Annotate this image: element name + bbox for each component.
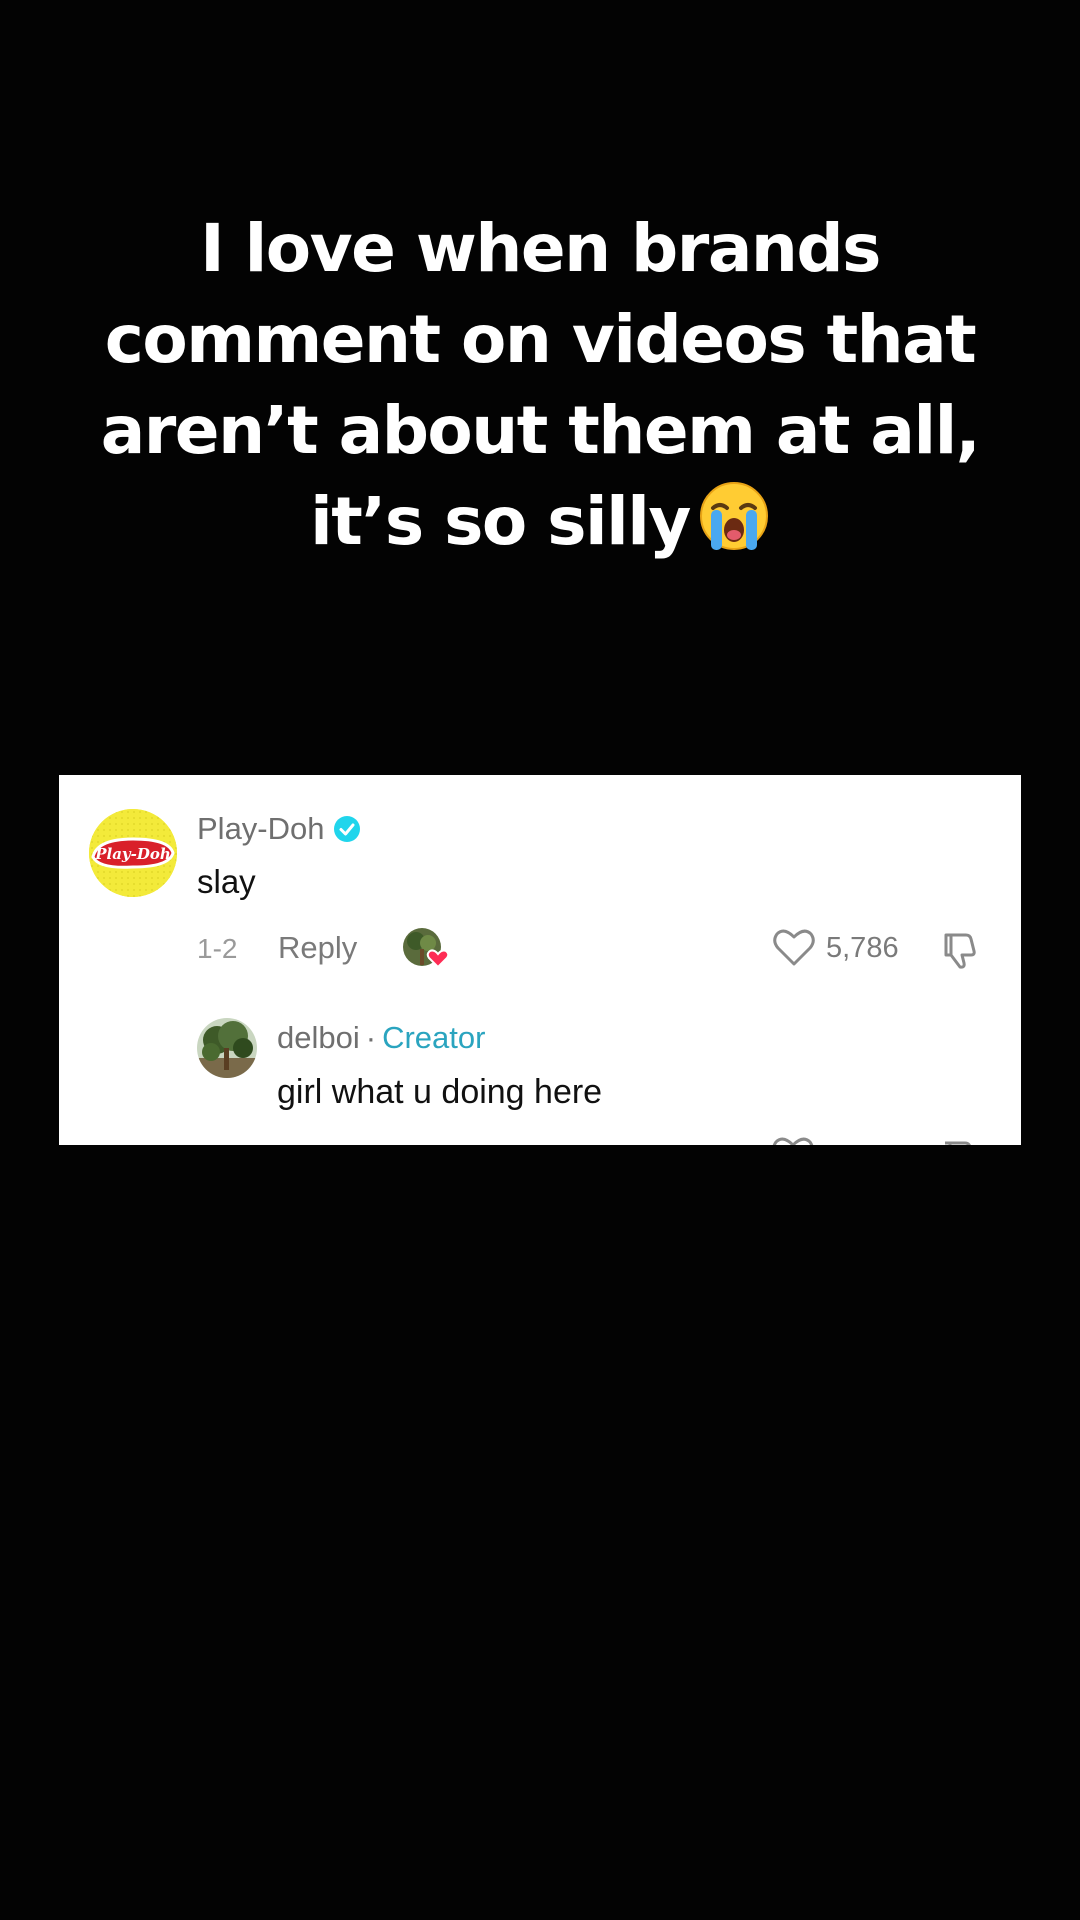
heart-outline-icon[interactable] <box>772 927 816 967</box>
comment-text: slay <box>197 863 256 900</box>
reply-username[interactable]: delboi <box>277 1020 360 1055</box>
comment-username[interactable]: Play-Doh <box>197 811 325 847</box>
caption-line-3: aren’t about them at all, <box>100 392 981 469</box>
reply-button[interactable]: Reply <box>278 930 357 966</box>
comment-date: 1-2 <box>197 933 238 964</box>
caption-line-2: comment on videos that <box>104 301 977 378</box>
heart-outline-icon-partial <box>772 1137 814 1145</box>
tree-avatar-icon <box>197 1018 257 1078</box>
video-caption: I love when brands comment on videos tha… <box>60 203 1020 567</box>
caption-line-4-text: it’s so silly <box>310 483 691 560</box>
reply-text: girl what u doing here <box>277 1073 603 1111</box>
comment-card: Play-Doh Play-Doh slay 1-2 Reply 5,786 d… <box>59 775 1021 1145</box>
delboi-avatar[interactable] <box>197 1018 257 1078</box>
thumbs-down-icon[interactable] <box>938 927 982 971</box>
verified-badge-icon <box>333 816 360 842</box>
creator-liked-heart-icon <box>403 928 450 969</box>
thumbs-down-icon-partial <box>945 1141 971 1145</box>
loudly-crying-face-emoji-icon <box>699 482 768 550</box>
play-doh-avatar[interactable]: Play-Doh <box>89 809 177 897</box>
caption-line-4: it’s so silly <box>60 476 1020 567</box>
svg-text:Play-Doh: Play-Doh <box>94 845 171 863</box>
play-doh-logo-icon: Play-Doh <box>89 809 177 897</box>
reply-username-row: delboi · Creator <box>277 1020 485 1056</box>
caption-line-1: I love when brands <box>200 210 881 287</box>
like-count: 5,786 <box>826 932 899 964</box>
separator-dot: · <box>365 1020 377 1055</box>
creator-badge: Creator <box>382 1020 486 1055</box>
comment-username-row: Play-Doh <box>197 811 361 847</box>
